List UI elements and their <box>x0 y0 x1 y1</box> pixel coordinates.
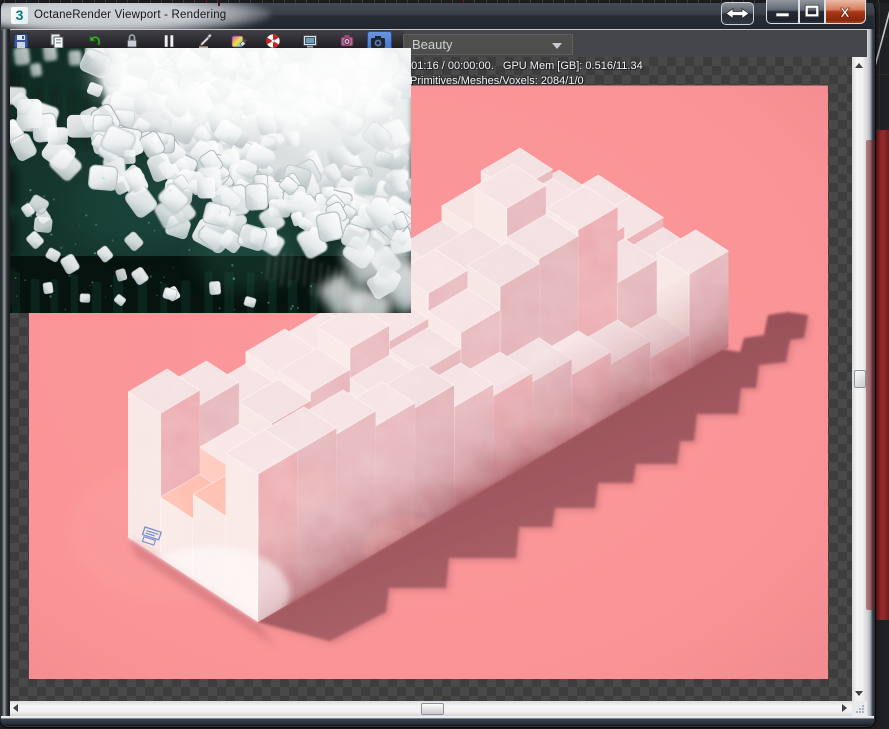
svg-text:x: x <box>840 2 850 21</box>
